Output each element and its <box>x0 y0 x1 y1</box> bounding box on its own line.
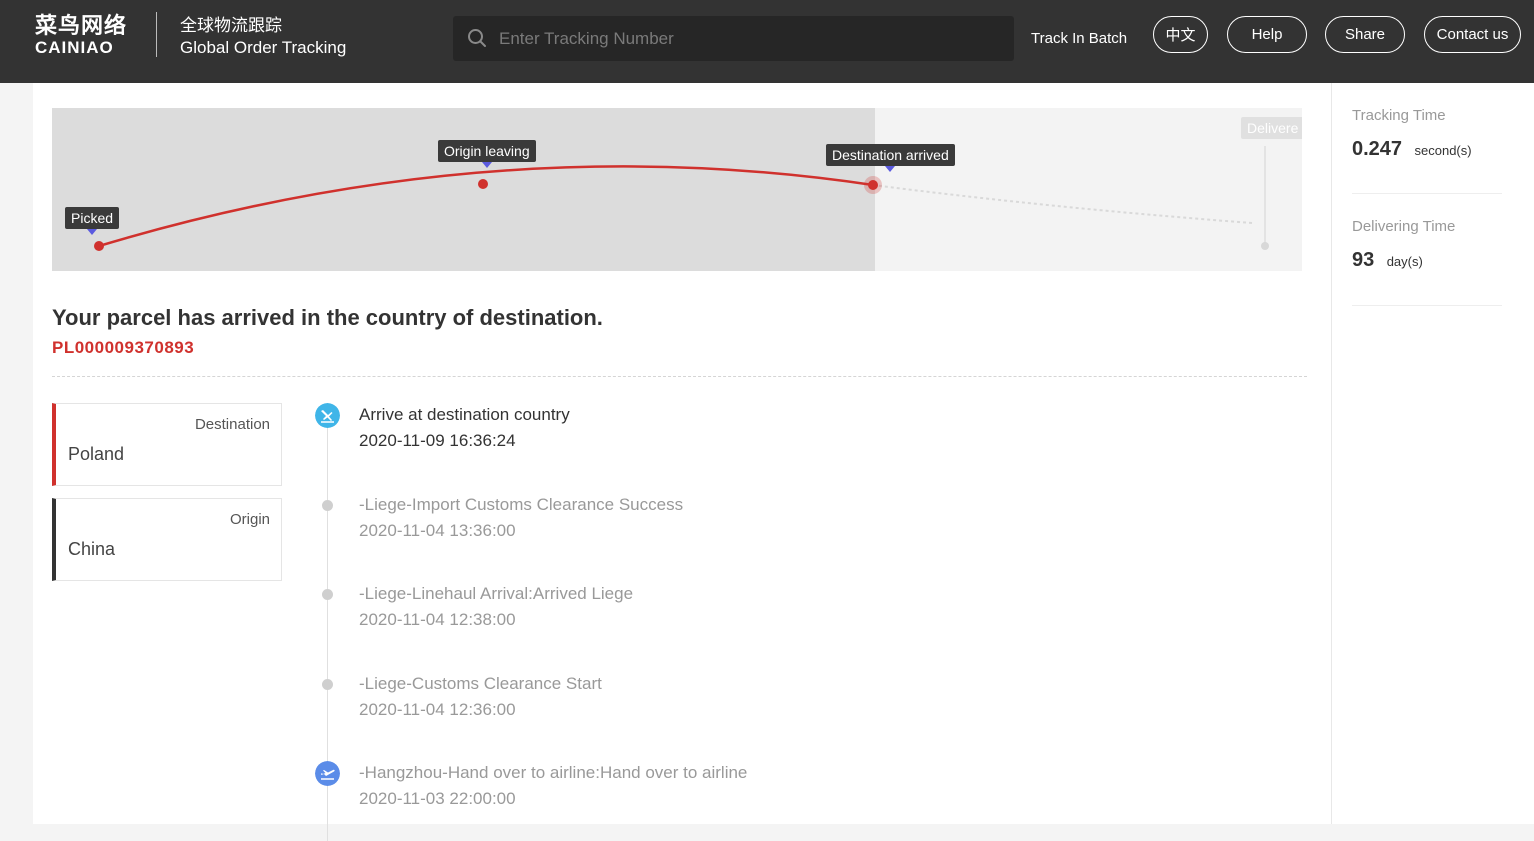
logo-divider <box>156 12 157 57</box>
parcel-status-title: Your parcel has arrived in the country o… <box>52 305 603 330</box>
event-description: -Liege-Linehaul Arrival:Arrived Liege <box>359 584 634 603</box>
search-box <box>453 16 1014 61</box>
route-svg <box>94 146 1269 251</box>
event-description: -Liege-Customs Clearance Start <box>359 674 602 693</box>
plane-takeoff-icon <box>315 761 340 786</box>
search-icon <box>468 29 486 47</box>
cainiao-logo[interactable]: 菜鸟网络 CAINIAO <box>35 14 127 58</box>
tracking-number-input[interactable] <box>497 16 997 61</box>
track-in-batch-link[interactable]: Track In Batch <box>1031 30 1127 47</box>
origin-kind-label: Origin <box>229 511 270 528</box>
picked-label: Picked <box>65 207 120 235</box>
tracking-time-unit: second(s) <box>1414 143 1472 158</box>
brand-title-chinese: 全球物流跟踪 <box>180 16 282 35</box>
route-line-remaining <box>872 184 1253 224</box>
destination-kind-label: Destination <box>194 416 270 433</box>
event-time: 2020-11-04 12:36:00 <box>359 700 516 719</box>
event-time: 2020-11-04 12:38:00 <box>359 610 516 629</box>
plane-landing-icon <box>315 403 340 428</box>
stat-divider <box>1352 305 1502 306</box>
delivering-time-unit: day(s) <box>1386 254 1423 269</box>
event-description: -Liege-Import Customs Clearance Success <box>359 495 684 514</box>
origin-leaving-point <box>478 179 488 189</box>
delivering-time-label: Delivering Time <box>1352 218 1456 235</box>
timeline-dot <box>322 500 333 511</box>
destination-arrived-point <box>868 180 878 190</box>
origin-country: China <box>68 539 116 559</box>
timeline-dot <box>322 679 333 690</box>
event-time: 2020-11-04 13:36:00 <box>359 521 516 540</box>
tracking-time-label: Tracking Time <box>1352 107 1446 124</box>
tracking-number: PL000009370893 <box>52 338 195 357</box>
stat-divider <box>1352 193 1502 194</box>
brand-title: 全球物流跟踪 Global Order Tracking <box>180 15 346 59</box>
event-description: -Hangzhou-Hand over to airline:Hand over… <box>359 763 748 782</box>
event-time: 2020-11-09 16:36:24 <box>359 431 516 450</box>
stats-sidebar: Tracking Time 0.247 second(s) Delivering… <box>1331 83 1534 824</box>
logo-chinese: 菜鸟网络 <box>35 13 128 38</box>
share-button[interactable]: Share <box>1325 16 1405 53</box>
event-description: Arrive at destination country <box>359 405 570 424</box>
delivered-label: Delivere <box>1241 117 1302 139</box>
destination-card: Destination Poland <box>52 403 282 486</box>
delivered-point <box>1261 242 1269 250</box>
tracking-time-stat: Tracking Time 0.247 second(s) <box>1352 107 1502 161</box>
timeline-dot <box>322 589 333 600</box>
origin-card: Origin China <box>52 498 282 581</box>
language-toggle-button[interactable]: 中文 <box>1153 16 1208 53</box>
tracking-time-value: 0.247 <box>1352 138 1403 160</box>
event-time: 2020-11-03 22:00:00 <box>359 789 516 808</box>
route-line-traveled <box>98 165 874 248</box>
picked-point <box>94 241 104 251</box>
delivering-time-stat: Delivering Time 93 day(s) <box>1352 218 1502 272</box>
section-divider <box>52 376 1307 377</box>
destination-arrived-label: Destination arrived <box>826 144 955 172</box>
destination-country: Poland <box>68 444 125 464</box>
logo-english: CAINIAO <box>35 38 114 57</box>
help-button[interactable]: Help <box>1227 16 1307 53</box>
top-header: 菜鸟网络 CAINIAO 全球物流跟踪 Global Order Trackin… <box>0 0 1534 83</box>
brand-title-english: Global Order Tracking <box>180 38 347 57</box>
route-map: Picked Origin leaving Destination arrive… <box>52 108 1302 271</box>
delivering-time-value: 93 <box>1352 249 1375 271</box>
tracking-detail-panel: Picked Origin leaving Destination arrive… <box>33 83 1331 841</box>
origin-leaving-label: Origin leaving <box>438 140 536 168</box>
contact-us-button[interactable]: Contact us <box>1424 16 1521 53</box>
